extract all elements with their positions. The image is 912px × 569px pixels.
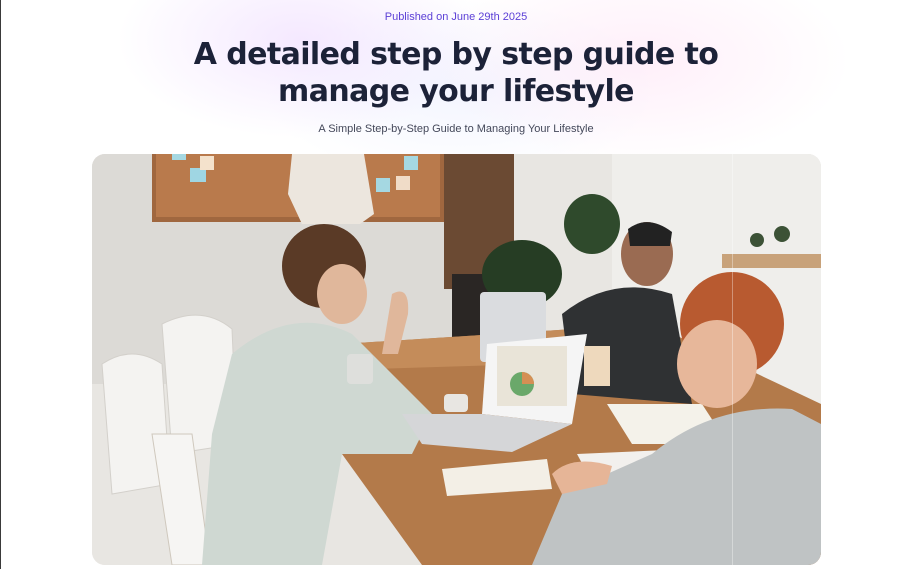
article-title-line-1: A detailed step by step guide to (193, 37, 719, 72)
hero-image (92, 154, 821, 565)
office-meeting-illustration (92, 154, 821, 565)
article-title: A detailed step by step guide to manage … (0, 36, 912, 110)
published-date: Published on June 29th 2025 (384, 11, 528, 23)
article-title-line-2: manage your lifestyle (278, 74, 634, 109)
article-subtitle: A Simple Step-by-Step Guide to Managing … (318, 123, 594, 135)
